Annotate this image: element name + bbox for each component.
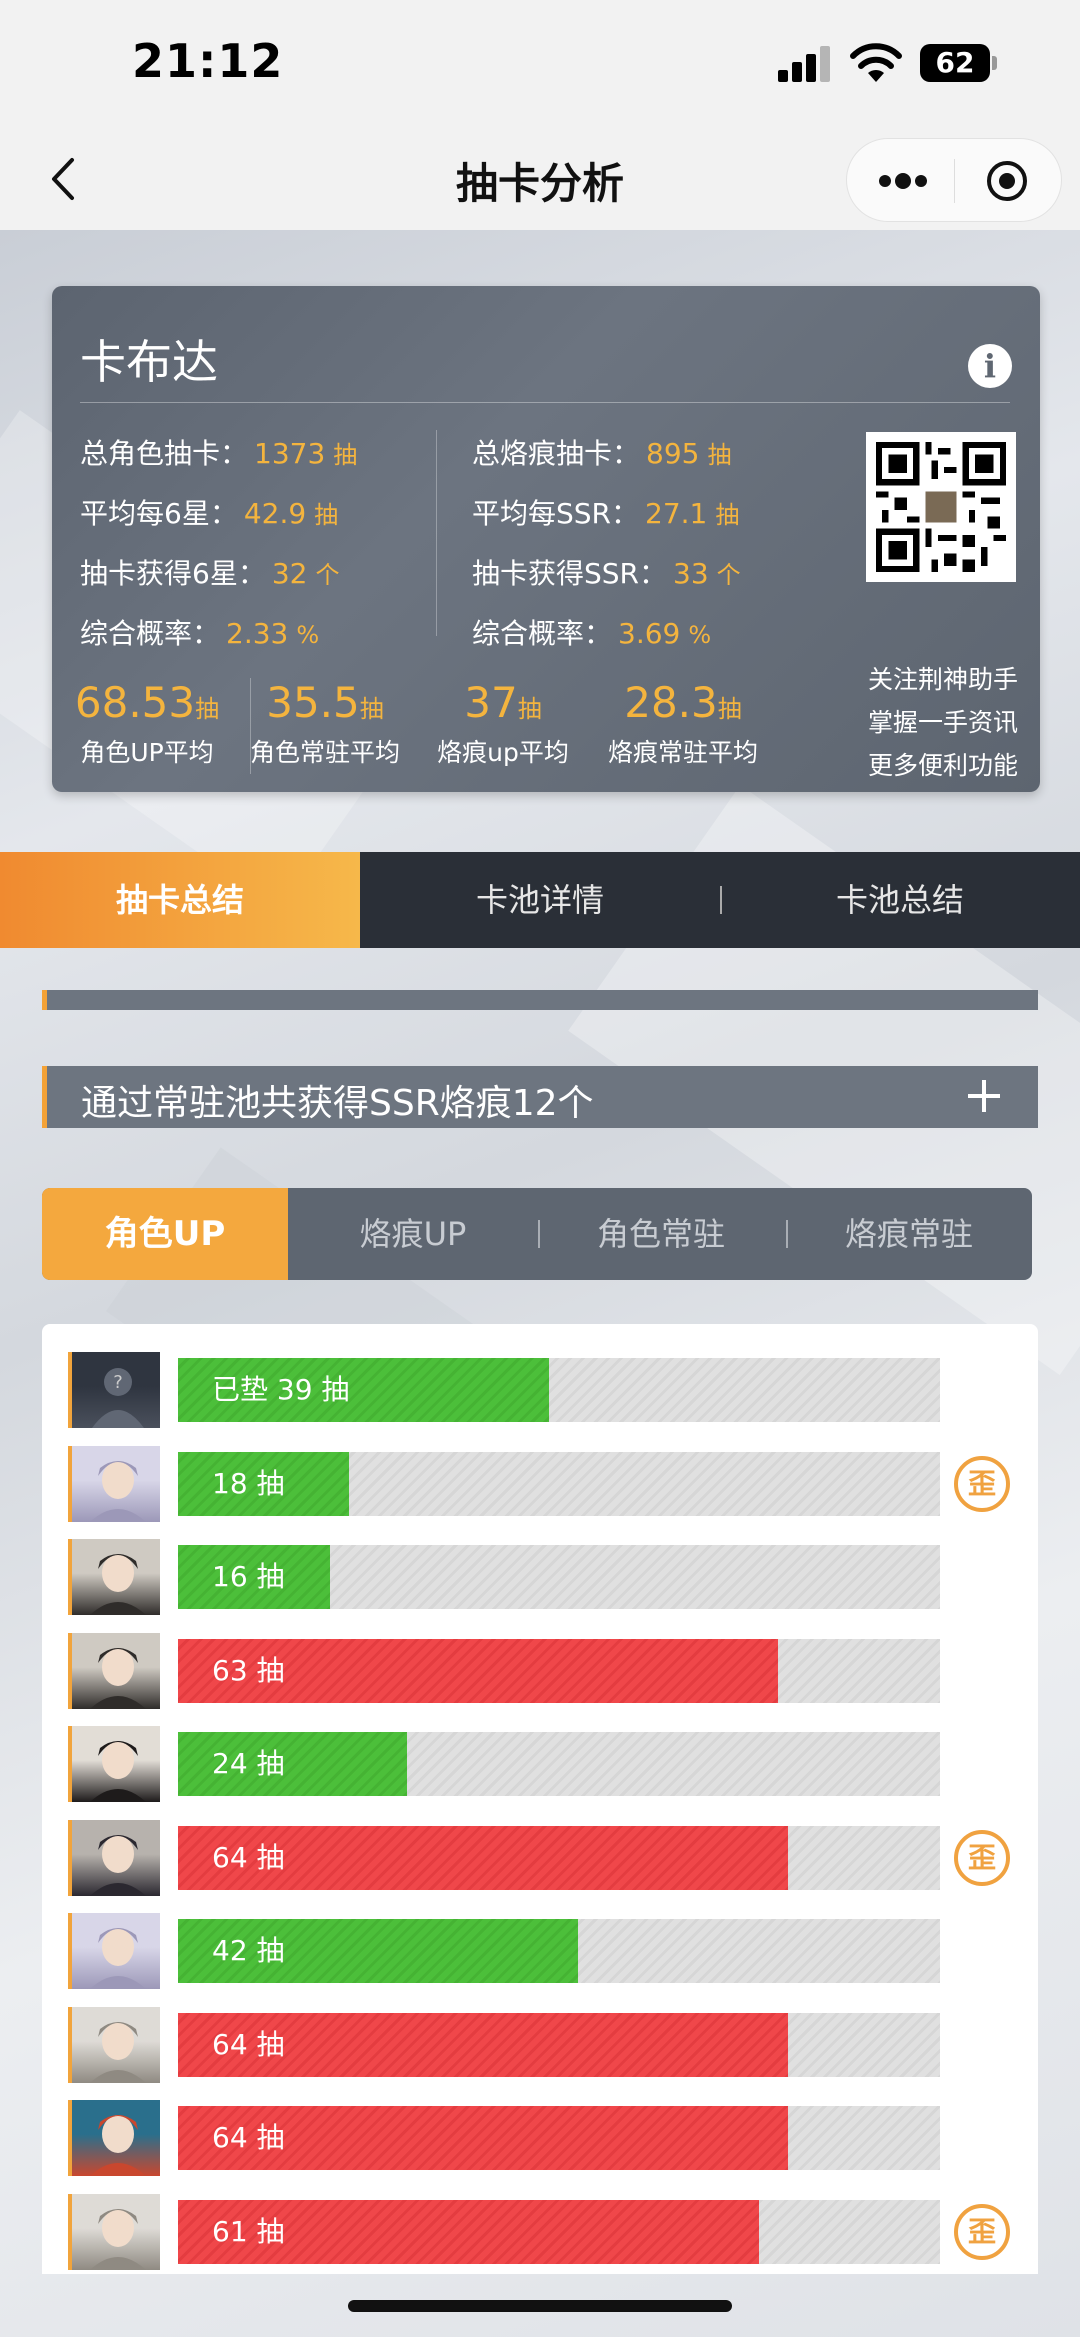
close-mini-program-icon[interactable]: [985, 159, 1029, 203]
stat-total-brand-pulls: 总烙痕抽卡： 895 抽: [472, 437, 732, 470]
pull-row: ? 已垫 39 抽: [42, 1352, 1038, 1428]
svg-text:?: ?: [113, 1372, 123, 1393]
pull-history-list: ? 已垫 39 抽 18 抽歪 16 抽 63 抽 24 抽 64 抽歪 42 抽 64 抽 64…: [42, 1324, 1038, 2274]
stat-brand-rate: 综合概率： 3.69%: [472, 617, 712, 650]
pull-count-label: 42 抽: [212, 1934, 285, 1967]
pull-bar-track: 已垫 39 抽: [178, 1358, 940, 1422]
stat-ssr-obtained: 抽卡获得SSR： 33 个: [472, 557, 741, 590]
pull-count-label: 64 抽: [212, 2027, 285, 2061]
stat-avg-per-6star: 平均每6星： 42.9 抽: [80, 497, 339, 530]
follow-line: 关注荆神助手: [867, 665, 1018, 694]
battery-icon: 62: [920, 44, 997, 82]
player-name: 卡布达: [80, 335, 218, 389]
avg-character-standard: 35.5抽 角色常驻平均: [249, 678, 400, 767]
pull-bar-track: 16 抽: [178, 1545, 940, 1609]
main-tabs: 抽卡总结 卡池详情 卡池总结: [0, 852, 1080, 948]
tab-brand-up[interactable]: 烙痕UP: [290, 1188, 536, 1280]
stat-avg-per-ssr: 平均每SSR： 27.1 抽: [472, 497, 740, 530]
pull-row: 42 抽: [42, 1913, 1038, 1989]
dark-hair-avatar: [68, 1539, 160, 1615]
summary-bar-collapsed[interactable]: [42, 990, 1038, 1010]
profile-card: 卡布达 i 总角色抽卡： 1373 抽 平均每6星： 42.9 抽 抽卡获得6星： 32 个…: [52, 286, 1040, 792]
pull-count-label: 64 抽: [212, 2121, 285, 2154]
summary-bar-standard-brand[interactable]: 通过常驻池共获得SSR烙痕12个: [42, 1066, 1038, 1128]
off-banner-badge-icon: 歪: [954, 1829, 1010, 1886]
tab-character-standard[interactable]: 角色常驻: [538, 1188, 784, 1280]
pull-bar-track: 64 抽: [178, 1825, 940, 1890]
pull-bar-track: 18 抽: [178, 1451, 940, 1516]
pull-count-label: 16 抽: [212, 1560, 285, 1593]
pull-count-label: 63 抽: [212, 1653, 285, 1687]
red-accent-avatar: [68, 1726, 160, 1802]
more-dots-icon[interactable]: [875, 161, 931, 201]
stat-total-character-pulls: 总角色抽卡： 1373 抽: [80, 437, 358, 470]
pull-row: 61 抽 歪: [42, 2193, 1038, 2270]
follow-promo: 关注荆神助手 掌握一手资讯 更多便利功能: [858, 658, 1028, 787]
pool-type-tabs: 角色UP 烙痕UP 角色常驻 烙痕常驻: [42, 1188, 1032, 1280]
pull-bar-track: 24 抽: [178, 1732, 940, 1796]
card-divider: [80, 402, 1010, 403]
pull-count-label: 61 抽: [212, 2214, 285, 2248]
stats-divider: [436, 430, 437, 636]
qr-code[interactable]: [866, 432, 1016, 582]
follow-line: 掌握一手资讯: [867, 708, 1018, 737]
pull-row: 24 抽: [42, 1726, 1038, 1802]
pull-count-label: 64 抽: [212, 1840, 285, 1874]
home-indicator: [348, 2300, 732, 2312]
pull-row: 64 抽 歪: [42, 1819, 1038, 1896]
pull-row: 16 抽: [42, 1539, 1038, 1615]
pull-bar-track: 42 抽: [178, 1919, 940, 1983]
mini-program-capsule: [846, 138, 1062, 222]
pull-row: 18 抽 歪: [42, 1445, 1038, 1522]
colorful-avatar: [68, 2100, 160, 2176]
tab-pool-summary[interactable]: 卡池总结: [720, 852, 1080, 948]
pull-bar-track: 61 抽: [178, 2199, 940, 2264]
off-banner-badge-icon: 歪: [954, 1455, 1010, 1512]
stat-character-rate: 综合概率： 2.33%: [80, 617, 320, 650]
pull-bar-track: 64 抽: [178, 2106, 940, 2170]
dark-hair-avatar: [68, 1632, 160, 1709]
dark-armor-avatar: [68, 1819, 160, 1896]
stat-6star-obtained: 抽卡获得6星： 32 个: [80, 557, 340, 590]
clock: 21:12: [132, 34, 284, 88]
follow-line: 更多便利功能: [867, 751, 1018, 780]
pull-count-label: 24 抽: [212, 1747, 285, 1780]
off-banner-badge-icon: 歪: [954, 2203, 1010, 2260]
pull-count-label: 已垫 39 抽: [212, 1373, 350, 1406]
qr-code-image: [876, 442, 1006, 572]
silver-hair-avatar: [68, 1913, 160, 1989]
tab-pool-details[interactable]: 卡池详情: [360, 852, 720, 948]
cellular-signal-icon: [778, 46, 834, 82]
pull-row: 63 抽: [42, 1632, 1038, 1709]
silver-hair-avatar: [68, 1445, 160, 1522]
tab-character-up[interactable]: 角色UP: [42, 1188, 288, 1280]
avg-brand-standard: 28.3抽 烙痕常驻平均: [607, 678, 758, 767]
status-bar: 21:12 62: [0, 0, 1080, 128]
white-hair-avatar: [68, 2193, 160, 2270]
capsule-divider: [954, 159, 955, 203]
avg-brand-up: 37抽 烙痕up平均: [437, 678, 569, 767]
wifi-icon: [850, 43, 902, 82]
white-hair-avatar: [68, 2006, 160, 2083]
pull-count-label: 18 抽: [212, 1466, 285, 1500]
pull-row: 64 抽: [42, 2100, 1038, 2176]
tab-pull-summary[interactable]: 抽卡总结: [0, 852, 360, 948]
pull-bar-track: 64 抽: [178, 2012, 940, 2077]
unknown-avatar: ?: [68, 1352, 160, 1428]
nav-bar: 抽卡分析: [0, 128, 1080, 230]
expand-plus-icon[interactable]: [968, 1080, 1000, 1112]
info-icon[interactable]: i: [968, 344, 1012, 388]
avg-character-up: 68.53抽 角色UP平均: [74, 678, 220, 767]
tab-brand-standard[interactable]: 烙痕常驻: [786, 1188, 1032, 1280]
pull-bar-track: 63 抽: [178, 1638, 940, 1703]
pull-row: 64 抽: [42, 2006, 1038, 2083]
summary-bar-text: 通过常驻池共获得SSR烙痕12个: [81, 1083, 594, 1124]
